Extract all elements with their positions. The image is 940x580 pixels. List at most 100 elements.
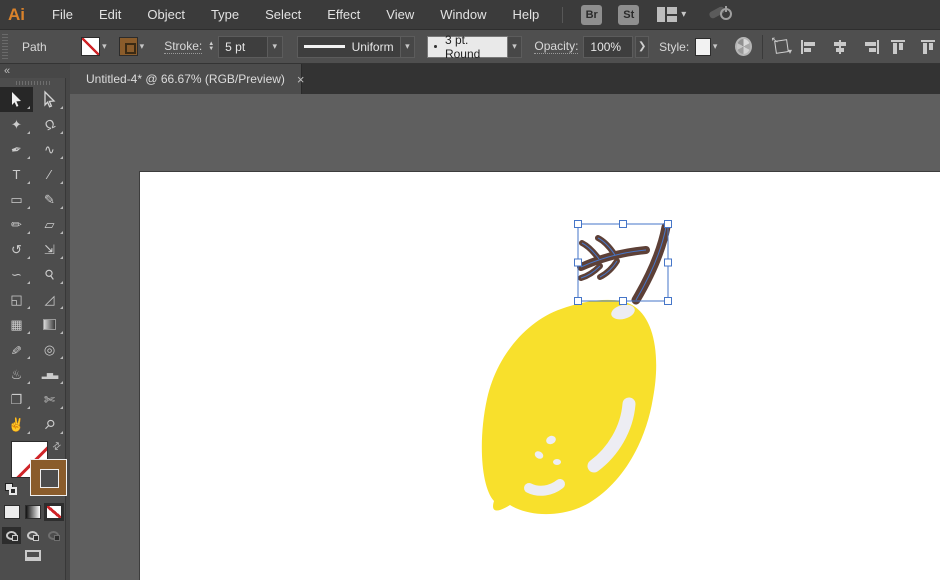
gradient-button[interactable] xyxy=(24,505,41,519)
direct-selection-tool[interactable] xyxy=(33,87,66,112)
brush-chevron-icon[interactable]: ▾ xyxy=(507,35,523,58)
slice-tool[interactable]: ✄ xyxy=(33,387,66,412)
width-icon: ∽ xyxy=(11,267,22,282)
menu-item-object[interactable]: Object xyxy=(134,0,198,30)
brush-dropdown[interactable]: 3 pt. Round xyxy=(427,33,508,61)
stroke-weight-chevron-icon[interactable]: ▾ xyxy=(267,35,283,58)
symbol-sprayer-tool[interactable]: ♨ xyxy=(0,362,33,387)
align-center-icon[interactable] xyxy=(830,39,850,55)
menu-item-type[interactable]: Type xyxy=(198,0,252,30)
column-graph-tool[interactable]: ▂▅▃ xyxy=(33,362,66,387)
menu-item-window[interactable]: Window xyxy=(427,0,499,30)
color-button[interactable] xyxy=(3,505,20,519)
paintbrush-tool[interactable]: ✎ xyxy=(33,187,66,212)
menu-item-view[interactable]: View xyxy=(373,0,427,30)
opacity-field[interactable]: 100% xyxy=(583,35,634,58)
align-middle-icon[interactable] xyxy=(920,39,940,55)
workspace-switcher-icon[interactable] xyxy=(657,7,678,22)
artboard-tool[interactable]: ❐ xyxy=(0,387,33,412)
menu-item-effect[interactable]: Effect xyxy=(314,0,373,30)
draw-behind-button[interactable] xyxy=(23,527,42,544)
workspace-chevron-icon[interactable]: ▾ xyxy=(681,9,686,20)
menu-item-file[interactable]: File xyxy=(39,0,86,30)
scale-tool[interactable]: ⇲ xyxy=(33,237,66,262)
illustrator-logo: Ai xyxy=(8,4,25,24)
align-right-icon[interactable] xyxy=(860,39,880,55)
lasso-tool[interactable]: Ω xyxy=(33,112,66,137)
rectangle-tool[interactable]: ▭ xyxy=(0,187,33,212)
width-profile-dropdown[interactable]: Uniform xyxy=(296,35,401,58)
align-left-icon[interactable] xyxy=(800,39,820,55)
type-tool[interactable]: T xyxy=(0,162,33,187)
stroke-proxy[interactable] xyxy=(30,459,67,496)
draw-normal-button[interactable] xyxy=(2,527,21,544)
collapse-panel-icon[interactable]: « xyxy=(4,65,10,77)
rotate-tool[interactable]: ↺ xyxy=(0,237,33,262)
selection-handle[interactable] xyxy=(664,258,672,267)
stroke-chevron-icon[interactable]: ▾ xyxy=(140,41,145,52)
tab-close-icon[interactable]: × xyxy=(297,72,305,87)
fill-color-button[interactable]: ▾ xyxy=(81,37,111,56)
puppet-warp-tool[interactable]: ⚲ xyxy=(33,262,66,287)
stroke-swatch[interactable] xyxy=(118,37,138,56)
perspective-grid-tool[interactable]: ◿ xyxy=(33,287,66,312)
menu-item-edit[interactable]: Edit xyxy=(86,0,134,30)
fill-swatch[interactable] xyxy=(81,37,101,56)
opacity-more-button[interactable]: ❯ xyxy=(635,35,650,58)
selection-handle[interactable] xyxy=(574,258,582,267)
selection-tool[interactable] xyxy=(0,87,33,112)
selection-handle[interactable] xyxy=(619,297,627,305)
width-tool[interactable]: ∽ xyxy=(0,262,33,287)
swap-fill-stroke-icon[interactable]: ⇄ xyxy=(50,440,63,454)
menu-item-help[interactable]: Help xyxy=(499,0,552,30)
bridge-button[interactable]: Br xyxy=(581,4,603,25)
stroke-weight-stepper[interactable]: ▲ ▼ xyxy=(208,41,214,52)
opacity-panel-link[interactable]: Opacity: xyxy=(534,39,579,54)
stroke-weight-field[interactable]: 5 pt xyxy=(218,35,268,58)
pencil-tool[interactable]: ✏ xyxy=(0,212,33,237)
default-fill-stroke-icon[interactable] xyxy=(5,483,17,495)
eyedropper-tool[interactable]: ✐ xyxy=(0,337,33,362)
recolor-artwork-icon[interactable] xyxy=(735,37,753,56)
draw-inside-button[interactable] xyxy=(44,527,63,544)
stroke-color-button[interactable]: ▾ xyxy=(118,37,149,56)
selection-handle[interactable] xyxy=(664,297,672,305)
pasteboard[interactable] xyxy=(70,94,940,580)
style-chevron-icon[interactable]: ▾ xyxy=(713,41,718,52)
stock-button[interactable]: St xyxy=(618,4,640,25)
document-tab[interactable]: Untitled-4* @ 66.67% (RGB/Preview) × xyxy=(70,64,305,94)
panel-grip[interactable] xyxy=(2,33,8,60)
align-top-icon[interactable] xyxy=(890,39,910,55)
left-dock: « ✦ Ω ✒ ∿ T ∕ ▭ ✎ ✏ ▱ ↺ ⇲ ∽ ⚲ ◱ ◿ ▦ ✐ ◎ ♨ ▂▅▃ ❐ ✄ ✌ ⚲ ⇄ xyxy=(0,64,70,580)
shape-builder-tool[interactable]: ◱ xyxy=(0,287,33,312)
transform-icon[interactable]: ▾ xyxy=(773,38,792,56)
selection-handle[interactable] xyxy=(664,220,672,228)
curvature-tool[interactable]: ∿ xyxy=(33,137,66,162)
zoom-tool[interactable]: ⚲ xyxy=(33,412,66,437)
hand-tool[interactable]: ✌ xyxy=(0,412,33,437)
fill-chevron-icon[interactable]: ▾ xyxy=(102,41,107,52)
eraser-tool[interactable]: ▱ xyxy=(33,212,66,237)
selection-handle[interactable] xyxy=(574,220,582,228)
menubar-divider xyxy=(562,6,564,23)
magic-wand-icon: ✦ xyxy=(11,117,22,132)
profile-line-icon xyxy=(303,45,345,48)
line-segment-tool[interactable]: ∕ xyxy=(33,162,66,187)
magic-wand-tool[interactable]: ✦ xyxy=(0,112,33,137)
selection-handle[interactable] xyxy=(619,220,627,228)
stepper-down-icon[interactable]: ▼ xyxy=(208,46,214,52)
mesh-tool[interactable]: ▦ xyxy=(0,312,33,337)
stem[interactable] xyxy=(577,222,671,305)
menu-item-select[interactable]: Select xyxy=(252,0,314,30)
screen-mode-button[interactable] xyxy=(24,550,41,561)
touch-workspace-icon[interactable] xyxy=(708,5,733,24)
selection-handle[interactable] xyxy=(574,297,582,305)
profile-chevron-icon[interactable]: ▾ xyxy=(400,35,416,58)
gradient-tool[interactable] xyxy=(33,312,66,337)
none-button[interactable] xyxy=(43,503,64,521)
pen-tool[interactable]: ✒ xyxy=(0,137,33,162)
blend-tool[interactable]: ◎ xyxy=(33,337,66,362)
stroke-panel-link[interactable]: Stroke: xyxy=(164,39,203,54)
style-swatch[interactable] xyxy=(695,37,711,56)
tools-panel-grip[interactable] xyxy=(15,81,50,85)
